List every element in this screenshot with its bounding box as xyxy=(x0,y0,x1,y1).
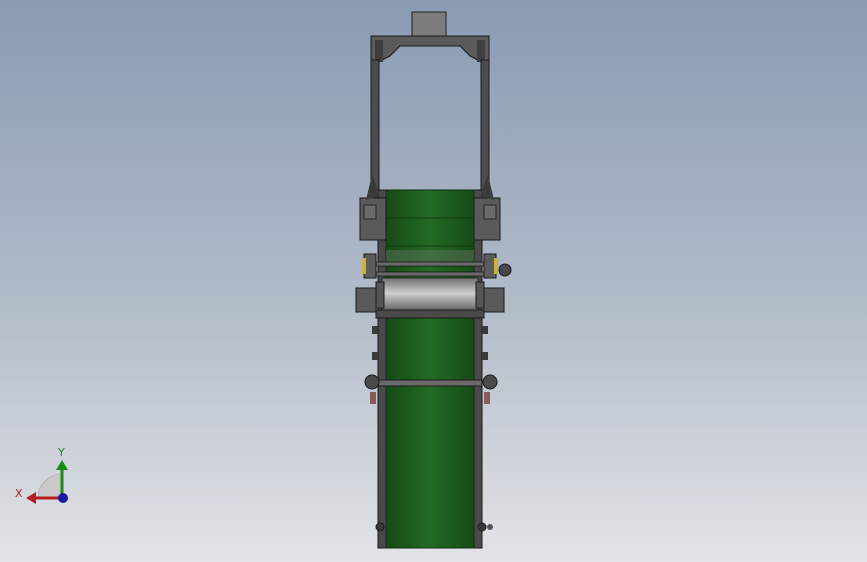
triad-plane-fill xyxy=(37,473,63,499)
bearing-left xyxy=(355,253,379,313)
top-bracket xyxy=(370,35,490,67)
upper-housing-left xyxy=(359,175,387,241)
hanger-rods xyxy=(370,59,490,199)
x-axis-arrowhead xyxy=(26,492,36,504)
reference-triad[interactable]: Y X xyxy=(15,446,68,504)
bearing-right xyxy=(483,253,512,313)
graphics-viewport[interactable]: Y X xyxy=(0,0,867,562)
y-axis-label: Y xyxy=(57,446,65,459)
conveyor-belt xyxy=(385,189,475,549)
x-axis-label: X xyxy=(15,487,23,500)
z-axis-dot xyxy=(58,493,68,503)
lower-plate xyxy=(375,309,485,319)
y-axis-arrowhead xyxy=(56,460,68,470)
top-mount-block xyxy=(411,11,447,37)
upper-housing-right xyxy=(473,175,501,241)
drive-roller xyxy=(375,277,485,313)
conveyor-model-view[interactable]: Y X xyxy=(0,0,867,562)
